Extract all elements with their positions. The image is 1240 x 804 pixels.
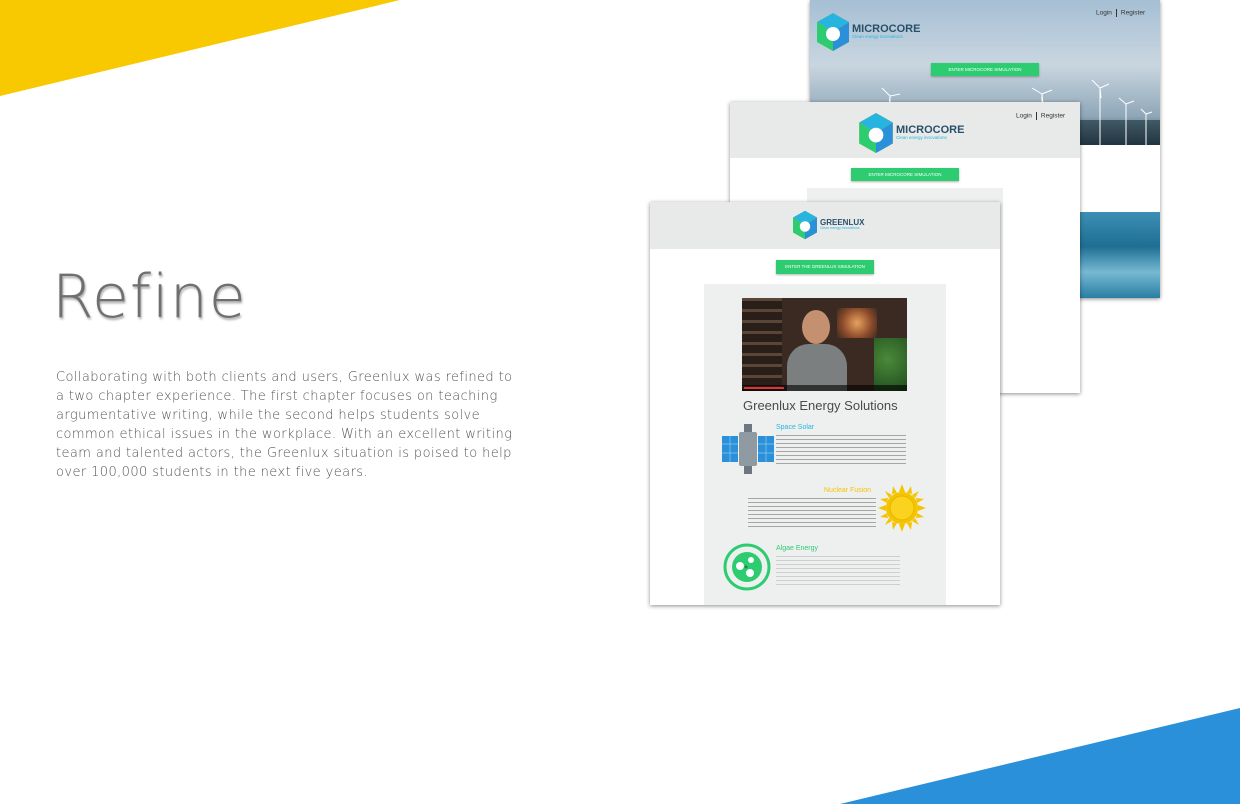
video-player[interactable] (742, 298, 907, 391)
feature-title-nuclear-fusion: Nuclear Fusion (824, 487, 872, 494)
enter-simulation-button[interactable]: ENTER MICROCORE SIMULATION (931, 63, 1039, 76)
logo-tagline: Clean energy innovations (896, 135, 947, 141)
top-nav: Login Register (1016, 112, 1065, 120)
register-link[interactable]: Register (1041, 113, 1065, 120)
section-title: Greenlux Energy Solutions (743, 398, 898, 413)
algae-cell-icon (723, 543, 771, 591)
feature-text-algae-energy (776, 556, 900, 588)
satellite-icon (722, 424, 774, 474)
greenlux-logo: GREENLUX Clean energy innovations (792, 210, 864, 240)
video-progress[interactable] (744, 387, 784, 389)
login-link[interactable]: Login (1016, 113, 1032, 120)
top-nav: Login Register (1096, 9, 1145, 17)
blue-corner-shape (840, 708, 1240, 804)
sun-icon (878, 484, 926, 532)
yellow-corner-shape (0, 0, 400, 96)
enter-simulation-button[interactable]: ENTER MICROCORE SIMULATION (851, 168, 959, 181)
microcore-logo: MICROCORE Clean energy innovations (816, 12, 920, 52)
logo-tagline: Clean energy innovations (820, 226, 860, 231)
feature-text-space-solar (776, 435, 906, 467)
logo-tagline: Clean energy innovations (852, 34, 903, 40)
feature-title-algae-energy: Algae Energy (776, 545, 819, 552)
login-link[interactable]: Login (1096, 10, 1112, 17)
hexagon-logo-icon (793, 210, 817, 240)
microcore-logo: MICROCORE Clean energy innovations (858, 112, 964, 154)
register-link[interactable]: Register (1121, 10, 1145, 17)
feature-text-nuclear-fusion (748, 498, 876, 530)
feature-title-space-solar: Space Solar (776, 424, 815, 431)
page-title: Refine (52, 262, 247, 332)
mockup-greenlux-page: GREENLUX Clean energy innovations ENTER … (650, 202, 1000, 605)
enter-simulation-button[interactable]: ENTER THE GREENLUX SIMULATION (776, 260, 874, 274)
ocean-image (1080, 212, 1160, 298)
description-paragraph: Collaborating with both clients and user… (56, 370, 513, 480)
hexagon-logo-icon (817, 13, 849, 51)
hexagon-logo-icon (859, 113, 893, 153)
